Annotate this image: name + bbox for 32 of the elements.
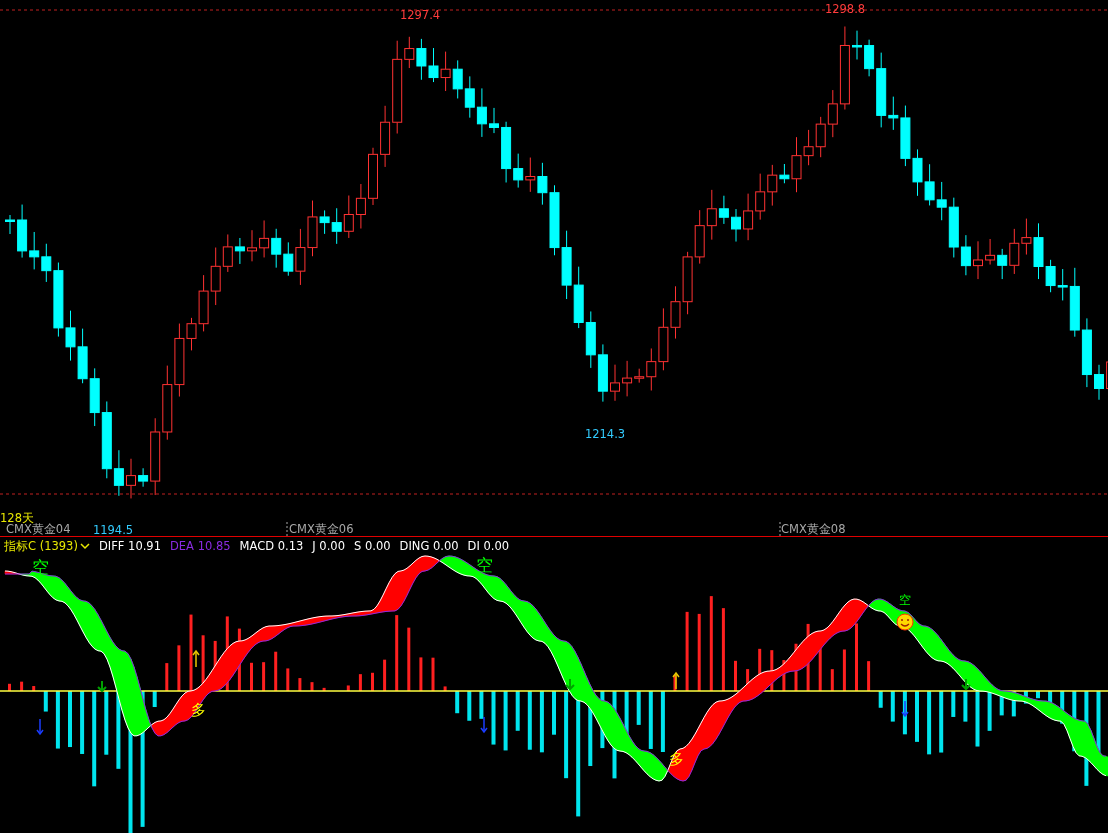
price-label: 1214.3 [584,427,626,441]
indicator-name[interactable]: 指标C (1393) [4,537,78,554]
down-arrow-icon [565,678,575,691]
smiley-icon [896,613,914,631]
down-arrow-icon [36,718,44,736]
signal-label: 空 [899,593,911,607]
signal-label: 空 [31,557,49,577]
indicator-value: S 0.00 [353,537,391,554]
indicator-value: DI 0.00 [467,537,510,554]
contract-label: CMX黄金04 [6,522,71,536]
indicator-value: DIFF 10.91 [98,537,161,554]
indicator-value: MACD 0.13 [239,537,304,554]
down-arrow-icon [901,700,909,718]
down-arrow-icon [97,680,107,693]
contract-label: CMX黄金06 [289,522,354,536]
price-label: 1298.8 [824,2,866,16]
indicator-value: DEA 10.85 [170,537,231,554]
indicator-value: DING 0.00 [399,537,459,554]
contract-divider [286,521,288,536]
indicator-value: J 0.00 [312,537,345,554]
price-label: 1194.5 [92,523,134,536]
signal-label: 空 [475,555,493,575]
down-arrow-icon [480,716,488,734]
down-arrow-icon [961,678,971,691]
up-arrow-icon [192,649,200,668]
signal-label: 多 [668,750,684,768]
period-label: 128天 [0,511,34,525]
up-arrow-icon [672,671,680,690]
contract-label: CMX黄金08 [781,522,846,536]
price-label: 1297.4 [399,8,441,22]
caret-icon[interactable] [79,541,90,550]
contract-divider [779,521,781,536]
